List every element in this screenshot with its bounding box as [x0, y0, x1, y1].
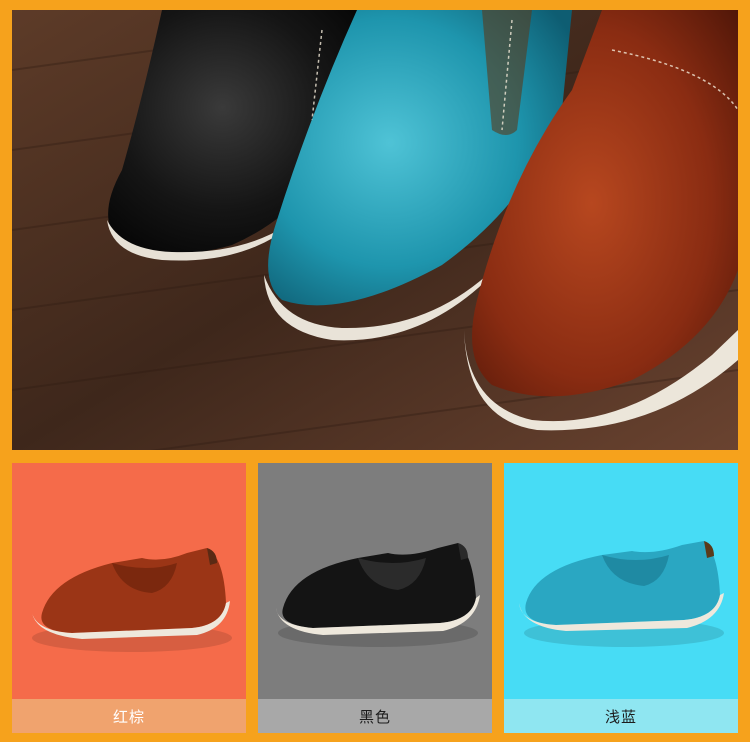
variant-photo-red-brown [12, 463, 246, 699]
red-brown-shoe-icon [32, 548, 232, 652]
hero-product-photo [12, 10, 738, 450]
black-shoe-icon [276, 543, 480, 647]
product-detail-frame: 红棕 黑色 浅蓝 [0, 0, 750, 742]
variant-panel-red-brown[interactable]: 红棕 [12, 463, 246, 733]
variant-label-black: 黑色 [258, 699, 492, 733]
variant-label-light-blue: 浅蓝 [504, 699, 738, 733]
variant-photo-black [258, 463, 492, 699]
variant-label-red-brown: 红棕 [12, 699, 246, 733]
variant-photo-light-blue [504, 463, 738, 699]
hero-shoes-illustration [12, 10, 738, 450]
light-blue-shoe-icon [519, 541, 724, 647]
variant-panel-black[interactable]: 黑色 [258, 463, 492, 733]
variant-panel-light-blue[interactable]: 浅蓝 [504, 463, 738, 733]
